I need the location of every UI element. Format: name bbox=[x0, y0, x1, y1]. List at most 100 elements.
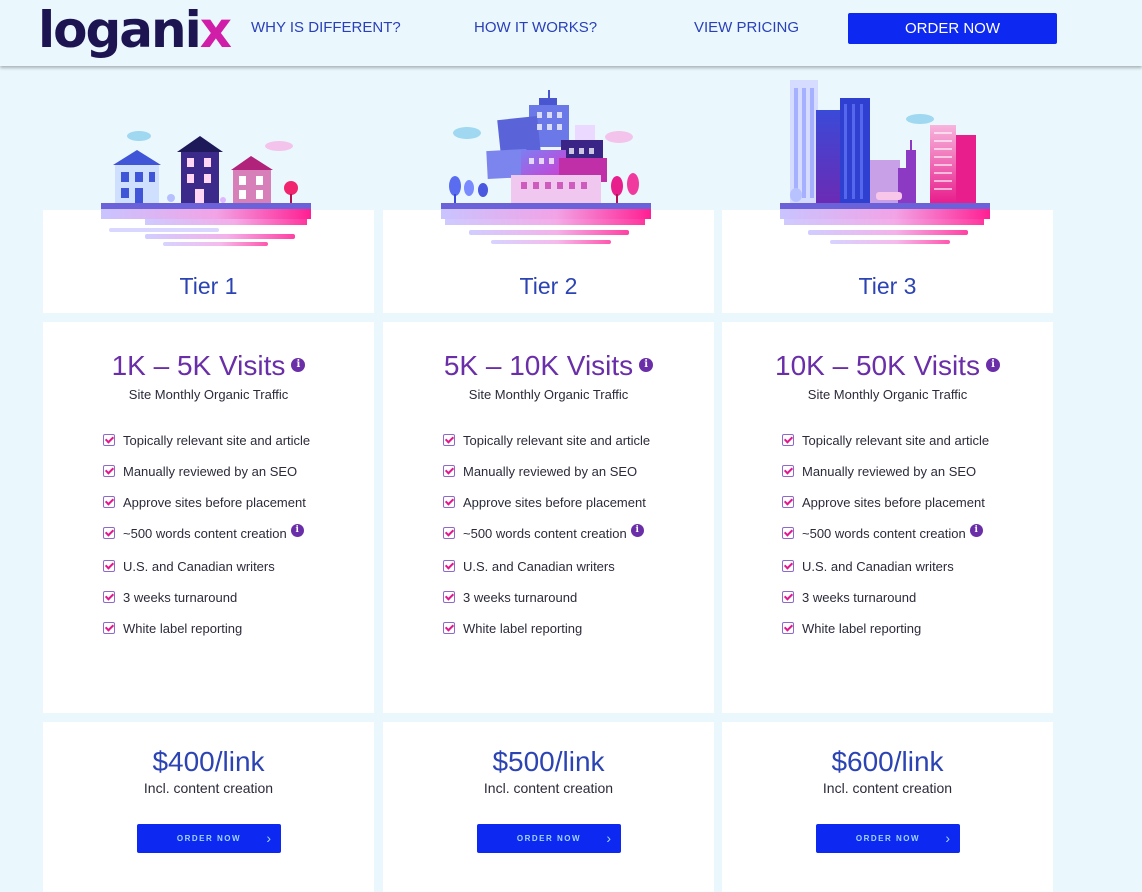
feature-text: 3 weeks turnaround bbox=[463, 590, 578, 605]
site-header: loganix WHY IS DIFFERENT? HOW IT WORKS? … bbox=[0, 0, 1142, 66]
price-subtitle: Incl. content creation bbox=[483, 780, 614, 796]
city-illustration bbox=[780, 80, 990, 244]
chevron-right-icon: › bbox=[266, 830, 271, 846]
feature-item: Approve sites before placement bbox=[443, 495, 713, 526]
order-label: ORDER NOW bbox=[855, 834, 921, 843]
checkbox-check-icon bbox=[103, 496, 115, 508]
visits-subtitle: Site Monthly Organic Traffic bbox=[807, 387, 968, 402]
checkbox-check-icon bbox=[443, 496, 455, 508]
feature-text: U.S. and Canadian writers bbox=[463, 559, 615, 574]
feature-text: White label reporting bbox=[802, 621, 922, 636]
feature-item: Approve sites before placement bbox=[103, 495, 373, 526]
feature-item: ~500 words content creation i bbox=[782, 524, 1052, 559]
checkbox-check-icon bbox=[443, 622, 455, 634]
feature-text: 3 weeks turnaround bbox=[802, 590, 917, 605]
nav-why-different[interactable]: WHY IS DIFFERENT? bbox=[251, 19, 401, 37]
feature-text: Approve sites before placement bbox=[463, 495, 646, 510]
checkbox-check-icon bbox=[103, 465, 115, 477]
feature-list: Topically relevant site and article Manu… bbox=[103, 433, 373, 652]
checkbox-check-icon bbox=[782, 496, 794, 508]
feature-item: 3 weeks turnaround bbox=[782, 590, 1052, 621]
feature-item: Approve sites before placement bbox=[782, 495, 1052, 526]
feature-text: White label reporting bbox=[463, 621, 583, 636]
feature-item: White label reporting bbox=[443, 621, 713, 652]
order-now-button[interactable]: ORDER NOW › bbox=[816, 824, 960, 853]
feature-item: ~500 words content creation i bbox=[443, 524, 713, 559]
feature-text: 3 weeks turnaround bbox=[123, 590, 238, 605]
feature-text: Topically relevant site and article bbox=[123, 433, 311, 448]
visits-range: 1K – 5K Visits i bbox=[43, 350, 374, 382]
price-subtitle: Incl. content creation bbox=[143, 780, 274, 796]
tier-name: Tier 1 bbox=[179, 273, 238, 299]
info-icon[interactable]: i bbox=[639, 357, 654, 372]
checkbox-check-icon bbox=[443, 591, 455, 603]
feature-text: Topically relevant site and article bbox=[463, 433, 651, 448]
price: $500/link bbox=[492, 746, 605, 777]
tier-3-column: Tier 3 10K – 50K Visits i Site Monthly Or… bbox=[722, 0, 1053, 892]
order-now-button[interactable]: ORDER NOW bbox=[848, 13, 1057, 44]
feature-item: 3 weeks turnaround bbox=[443, 590, 713, 621]
visits-subtitle: Site Monthly Organic Traffic bbox=[128, 387, 289, 402]
checkbox-check-icon bbox=[103, 434, 115, 446]
visits-text: 5K – 10K Visits bbox=[443, 350, 634, 381]
feature-text: Approve sites before placement bbox=[123, 495, 306, 510]
order-now-button[interactable]: ORDER NOW › bbox=[137, 824, 281, 853]
feature-item: 3 weeks turnaround bbox=[103, 590, 373, 621]
chevron-right-icon: › bbox=[606, 830, 611, 846]
visits-range: 10K – 50K Visits i bbox=[722, 350, 1053, 382]
checkbox-check-icon bbox=[782, 434, 794, 446]
feature-item: ~500 words content creation i bbox=[103, 524, 373, 559]
visits-range: 5K – 10K Visits i bbox=[383, 350, 714, 382]
feature-item: Topically relevant site and article bbox=[443, 433, 713, 464]
feature-item: Topically relevant site and article bbox=[782, 433, 1052, 464]
info-icon[interactable]: i bbox=[630, 524, 644, 538]
checkbox-check-icon bbox=[782, 591, 794, 603]
checkbox-check-icon bbox=[443, 560, 455, 572]
feature-item: White label reporting bbox=[782, 621, 1052, 652]
order-label: ORDER NOW bbox=[176, 834, 242, 843]
info-icon[interactable]: i bbox=[291, 357, 306, 372]
feature-text: ~500 words content creation bbox=[802, 526, 966, 541]
checkbox-check-icon bbox=[443, 434, 455, 446]
feature-text: Manually reviewed by an SEO bbox=[802, 464, 977, 479]
logo-accent: x bbox=[199, 1, 232, 59]
visits-text: 10K – 50K Visits bbox=[775, 350, 980, 381]
logo-text: logani bbox=[38, 1, 202, 59]
feature-text: Manually reviewed by an SEO bbox=[123, 464, 298, 479]
checkbox-check-icon bbox=[103, 591, 115, 603]
info-icon[interactable]: i bbox=[290, 524, 304, 538]
price-subtitle: Incl. content creation bbox=[822, 780, 953, 796]
nav-how-it-works[interactable]: HOW IT WORKS? bbox=[474, 19, 597, 37]
checkbox-check-icon bbox=[782, 560, 794, 572]
price: $400/link bbox=[152, 746, 265, 777]
checkbox-check-icon bbox=[782, 622, 794, 634]
checkbox-check-icon bbox=[782, 527, 794, 539]
feature-item: Topically relevant site and article bbox=[103, 433, 373, 464]
feature-text: ~500 words content creation bbox=[463, 526, 627, 541]
feature-text: Manually reviewed by an SEO bbox=[463, 464, 638, 479]
tier-name: Tier 2 bbox=[519, 273, 578, 299]
order-label: ORDER NOW bbox=[516, 834, 582, 843]
town-illustration bbox=[441, 90, 651, 244]
checkbox-check-icon bbox=[443, 527, 455, 539]
feature-item: White label reporting bbox=[103, 621, 373, 652]
tier-2-column: Tier 2 5K – 10K Visits i Site Monthly Org… bbox=[383, 0, 714, 892]
feature-text: Approve sites before placement bbox=[802, 495, 985, 510]
feature-text: White label reporting bbox=[123, 621, 243, 636]
loganix-logo[interactable]: loganix bbox=[38, 0, 232, 62]
feature-item: U.S. and Canadian writers bbox=[443, 559, 713, 590]
feature-item: U.S. and Canadian writers bbox=[782, 559, 1052, 590]
info-icon[interactable]: i bbox=[985, 357, 1000, 372]
tier-1-column: Tier 1 1K – 5K Visits i Site Monthly Orga… bbox=[43, 0, 374, 892]
feature-item: Manually reviewed by an SEO bbox=[103, 464, 373, 495]
feature-text: U.S. and Canadian writers bbox=[802, 559, 954, 574]
feature-text: ~500 words content creation bbox=[123, 526, 287, 541]
checkbox-check-icon bbox=[103, 622, 115, 634]
order-now-button[interactable]: ORDER NOW › bbox=[477, 824, 621, 853]
feature-item: Manually reviewed by an SEO bbox=[782, 464, 1052, 495]
checkbox-check-icon bbox=[103, 527, 115, 539]
visits-text: 1K – 5K Visits bbox=[111, 350, 286, 381]
info-icon[interactable]: i bbox=[969, 524, 983, 538]
feature-list: Topically relevant site and article Manu… bbox=[782, 433, 1052, 652]
nav-view-pricing[interactable]: VIEW PRICING bbox=[694, 19, 799, 37]
